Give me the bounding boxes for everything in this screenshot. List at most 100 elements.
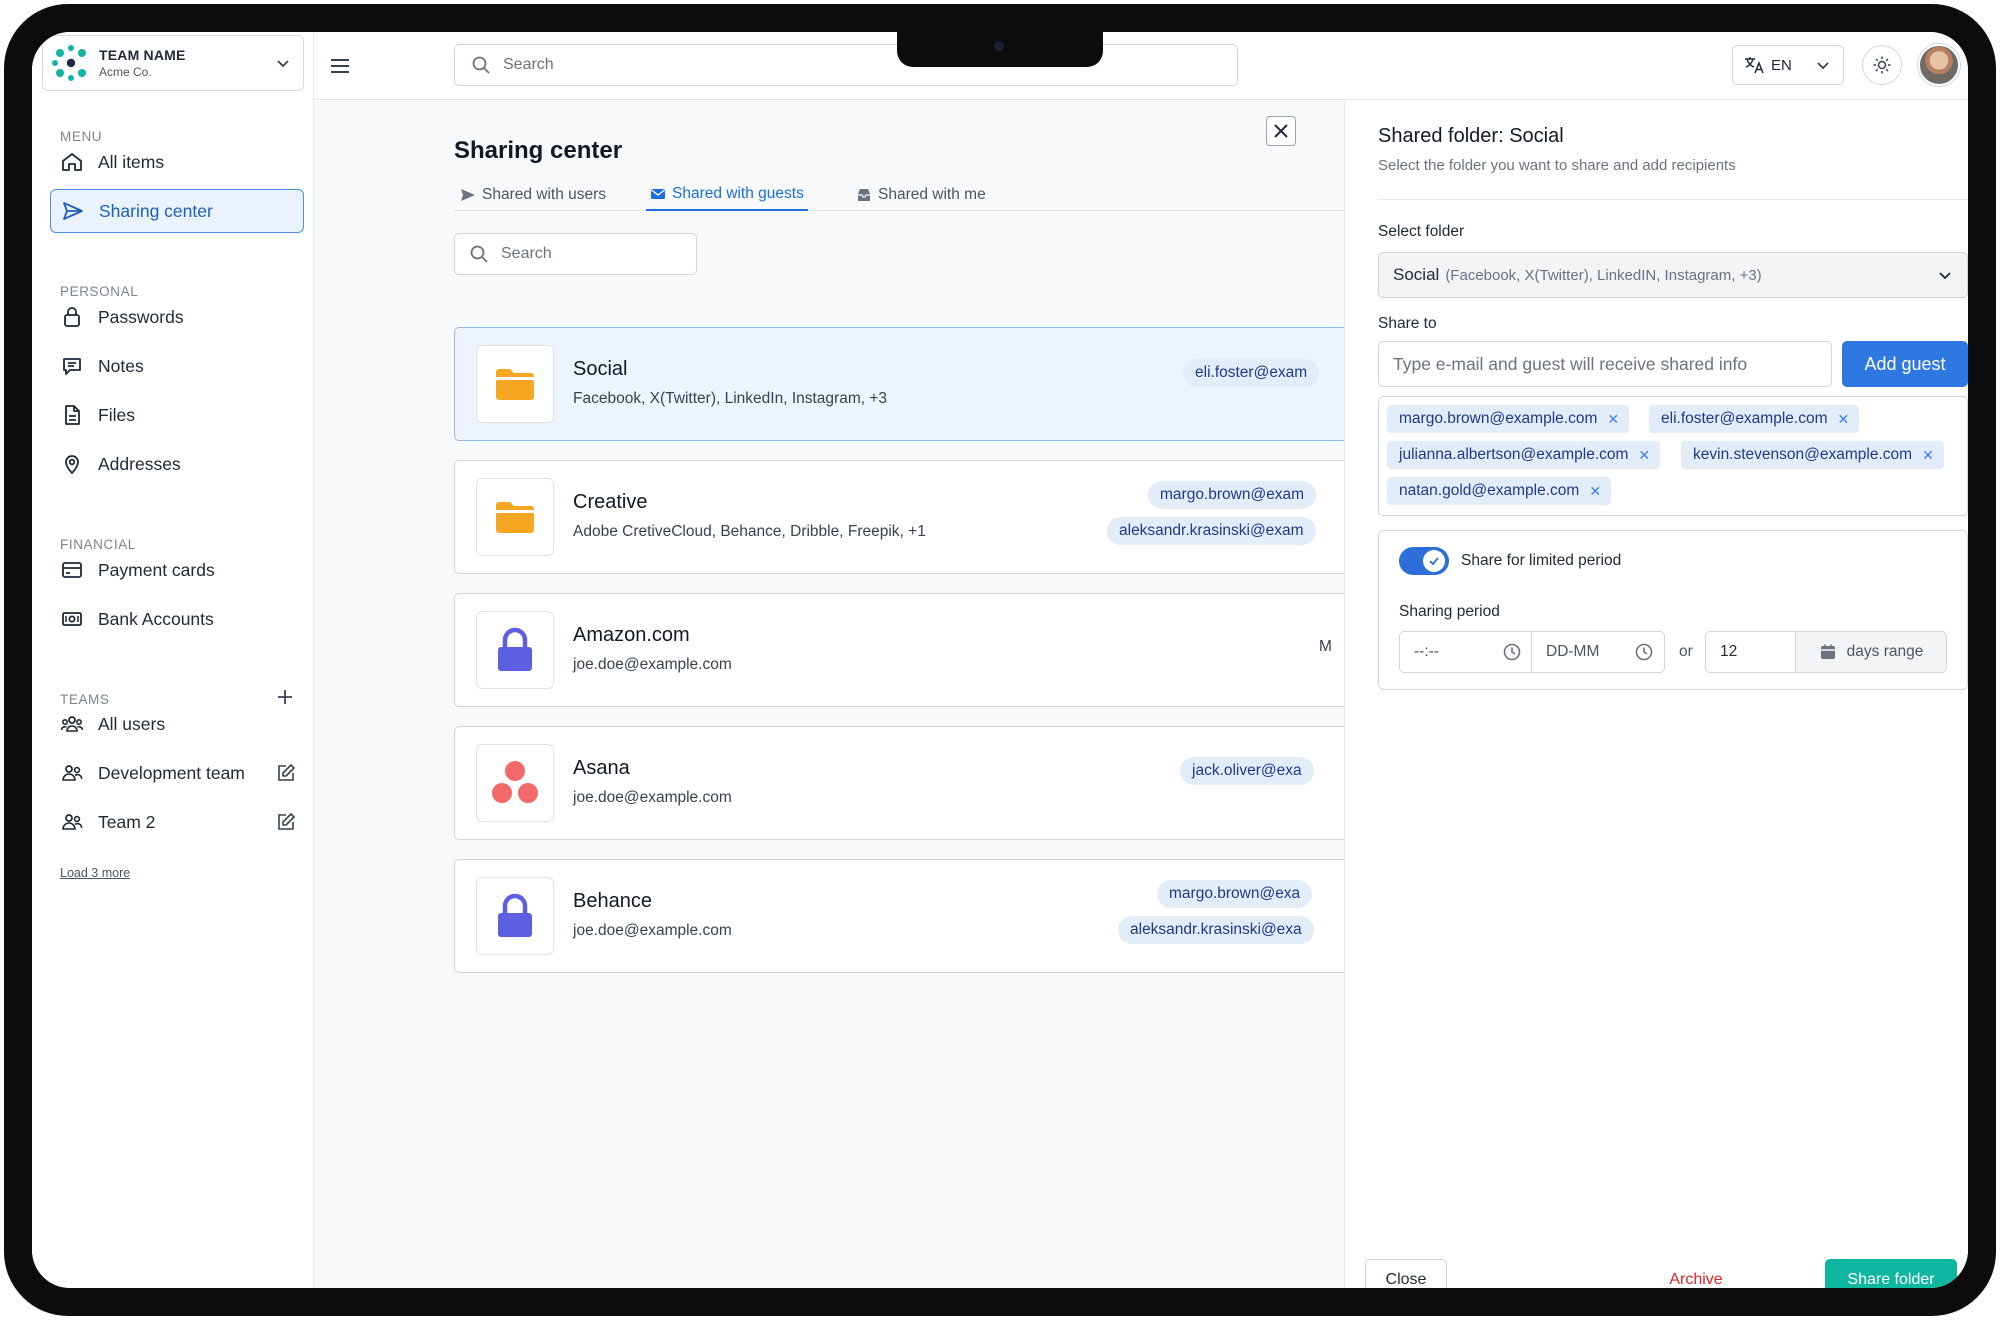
- language-selector[interactable]: EN: [1732, 45, 1844, 85]
- item-thumbnail: [476, 611, 554, 689]
- shared-item-card[interactable]: Amazon.com joe.doe@example.com M: [454, 593, 1344, 707]
- shared-item-card[interactable]: Creative Adobe CretiveCloud, Behance, Dr…: [454, 460, 1344, 574]
- sidebar-item-passwords[interactable]: Passwords: [50, 295, 304, 339]
- selected-folder: Social: [1393, 265, 1440, 284]
- sidebar-item-addresses[interactable]: Addresses: [50, 442, 304, 486]
- sidebar-item-team-2[interactable]: Team 2: [50, 800, 304, 844]
- sidebar-item-bank-accounts[interactable]: Bank Accounts: [50, 597, 304, 641]
- remove-icon[interactable]: ✕: [1589, 483, 1601, 500]
- list-search-input[interactable]: Search: [454, 233, 697, 275]
- theme-toggle-button[interactable]: [1862, 45, 1902, 85]
- limited-period-box: Share for limited period Sharing period …: [1378, 530, 1968, 690]
- select-folder-label: Select folder: [1378, 223, 1465, 240]
- sidebar-item-label: Payment cards: [98, 559, 215, 580]
- folder-icon: [496, 369, 534, 400]
- days-value: 12: [1720, 643, 1738, 660]
- recipient-tag: kevin.stevenson@example.com ✕: [1681, 441, 1944, 469]
- user-avatar[interactable]: [1918, 44, 1960, 86]
- close-button[interactable]: Close: [1365, 1259, 1447, 1288]
- item-subtitle: Facebook, X(Twitter), LinkedIn, Instagra…: [573, 390, 888, 407]
- sidebar-item-notes[interactable]: Notes: [50, 344, 304, 388]
- file-icon: [60, 403, 84, 427]
- users-group-icon: [60, 712, 84, 736]
- top-bar: Search EN: [314, 32, 1968, 100]
- item-title: Creative: [573, 491, 648, 513]
- edit-icon[interactable]: [276, 812, 296, 832]
- recipient-email: kevin.stevenson@example.com: [1693, 446, 1913, 463]
- recipient-email: margo.brown@example.com: [1399, 410, 1598, 427]
- item-subtitle: joe.doe@example.com: [573, 789, 732, 806]
- item-thumbnail: [476, 345, 554, 423]
- item-thumbnail: [476, 744, 554, 822]
- sidebar-item-payment-cards[interactable]: Payment cards: [50, 548, 304, 592]
- recipients-box: margo.brown@example.com ✕ eli.foster@exam…: [1378, 396, 1968, 516]
- days-range-label: days range: [1846, 643, 1924, 660]
- sidebar-item-sharing-center[interactable]: Sharing center: [50, 189, 304, 233]
- close-main-button[interactable]: [1266, 116, 1296, 146]
- search-icon: [470, 245, 488, 263]
- item-thumbnail: [476, 478, 554, 556]
- item-title: Asana: [573, 757, 630, 779]
- search-icon: [472, 56, 490, 74]
- padlock-icon: [498, 627, 532, 671]
- tab-label: Shared with guests: [672, 185, 804, 202]
- sun-icon: [1873, 56, 1891, 74]
- time-input[interactable]: --:--: [1399, 631, 1533, 673]
- sidebar-item-development-team[interactable]: Development team: [50, 751, 304, 795]
- item-subtitle: Adobe CretiveCloud, Behance, Dribble, Fr…: [573, 523, 926, 540]
- note-icon: [60, 354, 84, 378]
- days-input[interactable]: 12: [1705, 631, 1797, 673]
- share-folder-button[interactable]: Share folder: [1825, 1259, 1957, 1288]
- remove-icon[interactable]: ✕: [1922, 447, 1934, 464]
- share-to-label: Share to: [1378, 315, 1437, 332]
- search-placeholder: Search: [503, 56, 554, 73]
- sharing-tabs: Shared with users Shared with guests Sha…: [454, 179, 1344, 211]
- recipient-tag: julianna.albertson@example.com ✕: [1387, 441, 1661, 469]
- team-info: TEAM NAME Acme Co.: [99, 47, 275, 79]
- asana-logo-icon: [492, 761, 538, 803]
- panel-divider: [1378, 199, 1968, 200]
- guest-chip: aleksandr.krasinski@exam: [1107, 517, 1316, 545]
- guest-chip: margo.brown@exa: [1157, 880, 1313, 908]
- edit-icon[interactable]: [276, 763, 296, 783]
- shared-item-card[interactable]: Behance joe.doe@example.com margo.brown@…: [454, 859, 1344, 973]
- shared-item-card[interactable]: Social Facebook, X(Twitter), LinkedIn, I…: [454, 327, 1344, 441]
- tab-label: Shared with me: [878, 186, 986, 203]
- sidebar-item-label: All users: [98, 713, 166, 734]
- tab-shared-with-me[interactable]: Shared with me: [856, 179, 986, 211]
- sidebar-item-all-items[interactable]: All items: [50, 140, 304, 184]
- tab-shared-with-users[interactable]: Shared with users: [460, 179, 606, 211]
- check-icon: [1429, 557, 1439, 566]
- folder-select[interactable]: Social (Facebook, X(Twitter), LinkedIN, …: [1378, 252, 1968, 298]
- team-switcher[interactable]: TEAM NAME Acme Co.: [42, 35, 304, 91]
- limited-period-toggle[interactable]: [1399, 547, 1449, 575]
- toggle-knob: [1423, 550, 1445, 572]
- archive-button[interactable]: Archive: [1655, 1259, 1737, 1288]
- bank-note-icon: [60, 607, 84, 631]
- translate-icon: [1745, 57, 1764, 74]
- load-more-link[interactable]: Load 3 more: [60, 866, 130, 880]
- camera-icon: [994, 41, 1004, 51]
- tab-shared-with-guests[interactable]: Shared with guests: [646, 179, 808, 211]
- team-logo-icon: [52, 45, 86, 81]
- language-code: EN: [1771, 56, 1792, 74]
- sidebar-item-files[interactable]: Files: [50, 393, 304, 437]
- sharing-period-label: Sharing period: [1399, 603, 1500, 620]
- guest-email-input[interactable]: Type e-mail and guest will receive share…: [1378, 341, 1832, 387]
- panel-title: Shared folder: Social: [1378, 125, 1564, 147]
- credit-card-icon: [60, 558, 84, 582]
- sidebar-item-label: Development team: [98, 762, 245, 783]
- remove-icon[interactable]: ✕: [1838, 411, 1850, 428]
- guest-chip: aleksandr.krasinski@exa: [1118, 916, 1314, 944]
- date-input[interactable]: DD-MM: [1531, 631, 1665, 673]
- add-guest-button[interactable]: Add guest: [1842, 341, 1968, 387]
- remove-icon[interactable]: ✕: [1607, 411, 1619, 428]
- global-search-input[interactable]: Search: [454, 44, 1238, 86]
- chevron-down-icon: [277, 60, 289, 68]
- sidebar-item-all-users[interactable]: All users: [50, 702, 304, 746]
- remove-icon[interactable]: ✕: [1638, 447, 1650, 464]
- hamburger-menu-icon[interactable]: [328, 54, 352, 78]
- sidebar-item-label: Team 2: [98, 811, 156, 832]
- shared-item-card[interactable]: Asana joe.doe@example.com jack.oliver@ex…: [454, 726, 1344, 840]
- users-icon: [60, 761, 84, 785]
